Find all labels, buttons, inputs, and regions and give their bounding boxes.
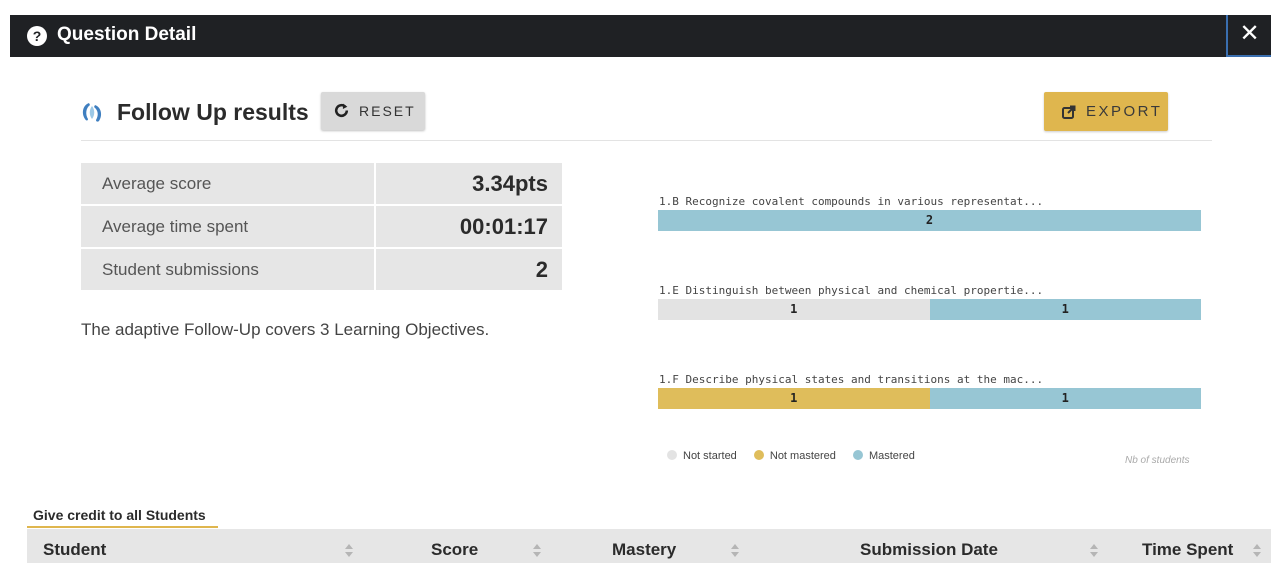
sort-arrows-icon[interactable] [1090, 544, 1098, 557]
dialog-titlebar: ? Question Detail ✕ [10, 15, 1271, 57]
bar-segment-mastered: 1 [929, 388, 1201, 409]
column-header-submission-date[interactable]: Submission Date [860, 539, 998, 561]
bar-segment-not-started: 1 [658, 299, 930, 320]
column-header-score[interactable]: Score [431, 539, 478, 561]
stat-row: Average score 3.34pts [81, 163, 562, 206]
sort-arrows-icon[interactable] [533, 544, 541, 557]
legend-swatch [852, 450, 863, 460]
bar-segment-mastered: 2 [658, 210, 1201, 231]
reset-label: RESET [359, 103, 416, 119]
refresh-icon [334, 103, 349, 117]
column-header-time-spent[interactable]: Time Spent [1142, 539, 1233, 561]
export-label: EXPORT [1086, 103, 1163, 120]
dialog-title: Question Detail [57, 24, 197, 45]
legend-item: Mastered [852, 449, 915, 463]
legend-item: Not started [667, 449, 737, 463]
stat-row: Average time spent 00:01:17 [81, 206, 562, 249]
learning-objective-label: 1.B Recognize covalent compounds in vari… [659, 195, 1044, 208]
legend-label: Not started [683, 450, 737, 462]
stat-value: 3.34pts [376, 163, 562, 206]
column-header-student[interactable]: Student [43, 539, 106, 561]
learning-objectives-description: The adaptive Follow-Up covers 3 Learning… [81, 320, 490, 339]
bar-segment-not-mastered: 1 [658, 388, 930, 409]
chart-axis-note: Nb of students [1125, 455, 1190, 466]
help-icon[interactable]: ? [27, 26, 47, 46]
adaptive-logo-icon [82, 103, 102, 122]
sort-arrows-icon[interactable] [345, 544, 353, 557]
students-table-header: Student Score Mastery Submission Date Ti… [27, 529, 1271, 563]
stat-label: Student submissions [81, 249, 376, 292]
sort-arrows-icon[interactable] [731, 544, 739, 557]
stat-value: 2 [376, 249, 562, 292]
legend-swatch [753, 450, 764, 460]
external-link-icon [1062, 105, 1076, 119]
give-credit-link[interactable]: Give credit to all Students [33, 506, 206, 524]
stat-row: Student submissions 2 [81, 249, 562, 292]
credit-link-underline [27, 526, 218, 528]
page-title: Follow Up results [117, 99, 309, 125]
legend-label: Not mastered [769, 450, 836, 462]
learning-objective-label: 1.F Describe physical states and transit… [659, 373, 1044, 386]
legend-swatch [667, 450, 677, 460]
learning-objective-label: 1.E Distinguish between physical and che… [659, 284, 1044, 297]
sort-arrows-icon[interactable] [1253, 544, 1261, 557]
legend-label: Mastered [868, 450, 915, 462]
export-button[interactable]: EXPORT [1044, 92, 1168, 131]
legend-item: Not mastered [753, 449, 836, 463]
close-button[interactable]: ✕ [1226, 15, 1271, 57]
bar-segment-mastered: 1 [929, 299, 1201, 320]
chart-legend: Not started Not mastered Mastered [667, 449, 929, 463]
stat-label: Average time spent [81, 206, 376, 249]
stat-label: Average score [81, 163, 376, 206]
stat-value: 00:01:17 [376, 206, 562, 249]
stats-table: Average score 3.34pts Average time spent… [81, 163, 562, 292]
column-header-mastery[interactable]: Mastery [612, 539, 676, 561]
reset-button[interactable]: RESET [321, 92, 425, 130]
header-divider [81, 140, 1212, 141]
